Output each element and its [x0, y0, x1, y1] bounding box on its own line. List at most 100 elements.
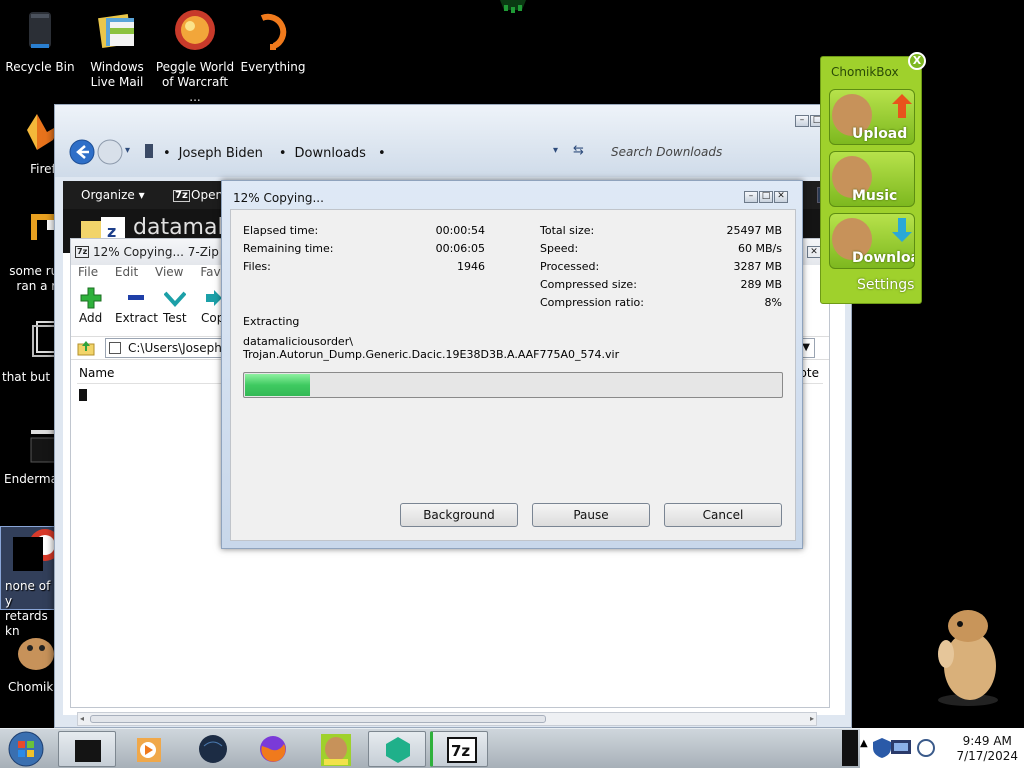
folder-location-icon [145, 144, 153, 158]
organize-button[interactable]: Organize ▾ [81, 188, 145, 202]
shortcut-icon [11, 527, 61, 573]
breadcrumb[interactable]: • Joseph Biden • Downloads • [159, 141, 459, 165]
7zip-app-icon: 7z [75, 246, 90, 258]
folder-up-icon[interactable] [77, 339, 95, 357]
desktop-icon-label: Peggle World of Warcraft ... [155, 60, 235, 104]
taskbar-item-green-app[interactable] [368, 731, 426, 767]
menu-view[interactable]: View [155, 265, 183, 279]
globe-icon [199, 735, 227, 763]
history-dropdown-icon[interactable]: ▾ [125, 145, 130, 156]
taskbar-item-firefox[interactable] [244, 731, 302, 767]
scroll-right-icon[interactable]: ▸ [810, 714, 814, 723]
taskbar-item-explorer[interactable] [58, 731, 116, 767]
desktop-icon-windows-live-mail[interactable]: Windows Live Mail [77, 8, 157, 90]
chomikbox-upload-button[interactable]: Upload [829, 89, 915, 145]
chomikbox-settings[interactable]: Settings [857, 277, 914, 293]
banner-filename: datamali [133, 215, 230, 240]
chomikbox-download-button[interactable]: Download [829, 213, 915, 269]
taskbar-item-7zip[interactable]: 7z [430, 731, 488, 767]
dialog-caption-buttons: – □ ✕ [744, 191, 788, 203]
black-folder-icon [75, 740, 101, 762]
svg-text:7z: 7z [451, 742, 470, 760]
scroll-left-icon[interactable]: ◂ [80, 714, 84, 723]
minus-icon [128, 295, 145, 300]
cancel-button[interactable]: Cancel [664, 503, 782, 527]
hamster-mascot-icon[interactable] [928, 604, 1008, 708]
compressed-size-value: 289 MB [740, 278, 782, 291]
menu-file[interactable]: File [78, 265, 98, 279]
add-button[interactable]: Add [79, 287, 102, 325]
upload-arrow-icon [892, 94, 912, 118]
remaining-time-label: Remaining time: [243, 242, 334, 255]
extract-button[interactable]: Extract [115, 287, 158, 325]
back-button[interactable] [69, 139, 95, 165]
test-button[interactable]: Test [163, 287, 187, 325]
desktop: Recycle Bin Windows Live Mail Peggle Wor… [0, 0, 1024, 768]
breadcrumb-item-downloads[interactable]: Downloads [295, 146, 366, 161]
status-text: Extracting [243, 315, 300, 328]
7zip-app-icon: 7z [447, 737, 477, 763]
search-everything-icon [250, 8, 296, 54]
firefox-icon [260, 736, 286, 762]
copying-dialog[interactable]: 12% Copying... – □ ✕ Elapsed time: 00:00… [221, 180, 803, 549]
address-dropdown-icon[interactable]: ▾ [553, 145, 558, 156]
hamster-icon [321, 734, 351, 766]
desktop-icon-everything[interactable]: Everything [233, 8, 313, 75]
media-player-icon [137, 738, 161, 762]
tray-divider [842, 730, 858, 766]
clock-date: 7/17/2024 [956, 749, 1018, 763]
top-notch-decoration [500, 0, 526, 13]
folder-item-icon[interactable] [79, 389, 87, 401]
open-button[interactable]: Open [191, 188, 223, 202]
scrollbar-thumb[interactable] [90, 715, 546, 723]
compression-ratio-label: Compression ratio: [540, 296, 644, 309]
chomikbox-widget[interactable]: ChomikBox Upload Music Download Settings [820, 56, 922, 304]
minimize-button[interactable]: – [795, 115, 809, 127]
7zip-title: 12% Copying... 7-Zip [93, 245, 219, 259]
progress-bar [243, 372, 783, 398]
progress-fill [245, 374, 310, 396]
network-icon[interactable] [890, 738, 912, 758]
check-icon [163, 291, 186, 307]
taskbar-item-app[interactable] [184, 731, 242, 767]
start-button[interactable] [6, 730, 46, 768]
horizontal-scrollbar[interactable]: ◂ ▸ [77, 712, 817, 726]
background-button[interactable]: Background [400, 503, 518, 527]
pause-button[interactable]: Pause [532, 503, 650, 527]
dialog-minimize-button[interactable]: – [744, 191, 758, 203]
7zip-close-button[interactable]: ✕ [807, 246, 821, 258]
column-name[interactable]: Name [79, 366, 114, 380]
volume-icon[interactable] [916, 738, 936, 758]
search-input[interactable]: Search Downloads [603, 141, 795, 165]
taskbar-item-chomikbox[interactable] [306, 731, 364, 767]
plus-icon [80, 287, 102, 309]
taskbar-item-media-player[interactable] [120, 731, 178, 767]
speed-label: Speed: [540, 242, 579, 255]
desktop-icon-recycle-bin[interactable]: Recycle Bin [0, 8, 80, 75]
dialog-maximize-button[interactable]: □ [759, 191, 773, 203]
remaining-time-value: 00:06:05 [435, 242, 485, 255]
tray-expand-icon[interactable]: ▲ [860, 738, 868, 749]
forward-button[interactable] [97, 139, 123, 165]
refresh-icon[interactable]: ⇆ [573, 143, 584, 158]
system-tray: ▲ 9:49 AM 7/17/2024 [860, 728, 1024, 768]
chomikbox-close-button[interactable]: X [908, 52, 926, 70]
dialog-close-button[interactable]: ✕ [774, 191, 788, 203]
menu-edit[interactable]: Edit [115, 265, 138, 279]
chomikbox-music-button[interactable]: Music [829, 151, 915, 207]
desktop-icon-label: Everything [240, 60, 306, 74]
breadcrumb-item-user[interactable]: Joseph Biden [179, 146, 263, 161]
peggle-icon [172, 8, 218, 54]
chomikbox-title: ChomikBox [831, 65, 899, 79]
desktop-icon-label: that but it [2, 370, 62, 384]
desktop-icon-label: ChomikB [8, 680, 62, 694]
speed-value: 60 MB/s [738, 242, 782, 255]
current-file-name: Trojan.Autorun_Dump.Generic.Dacic.19E38D… [243, 348, 620, 361]
clock[interactable]: 9:49 AM 7/17/2024 [956, 734, 1018, 764]
desktop-icon-none-of-you[interactable]: none of y retards kn [0, 526, 61, 638]
desktop-icon-peggle[interactable]: Peggle World of Warcraft ... [155, 8, 235, 105]
total-size-label: Total size: [540, 224, 595, 237]
path-dropdown-icon[interactable]: ▼ [802, 339, 810, 357]
processed-value: 3287 MB [733, 260, 782, 273]
recycle-bin-icon [17, 8, 63, 54]
